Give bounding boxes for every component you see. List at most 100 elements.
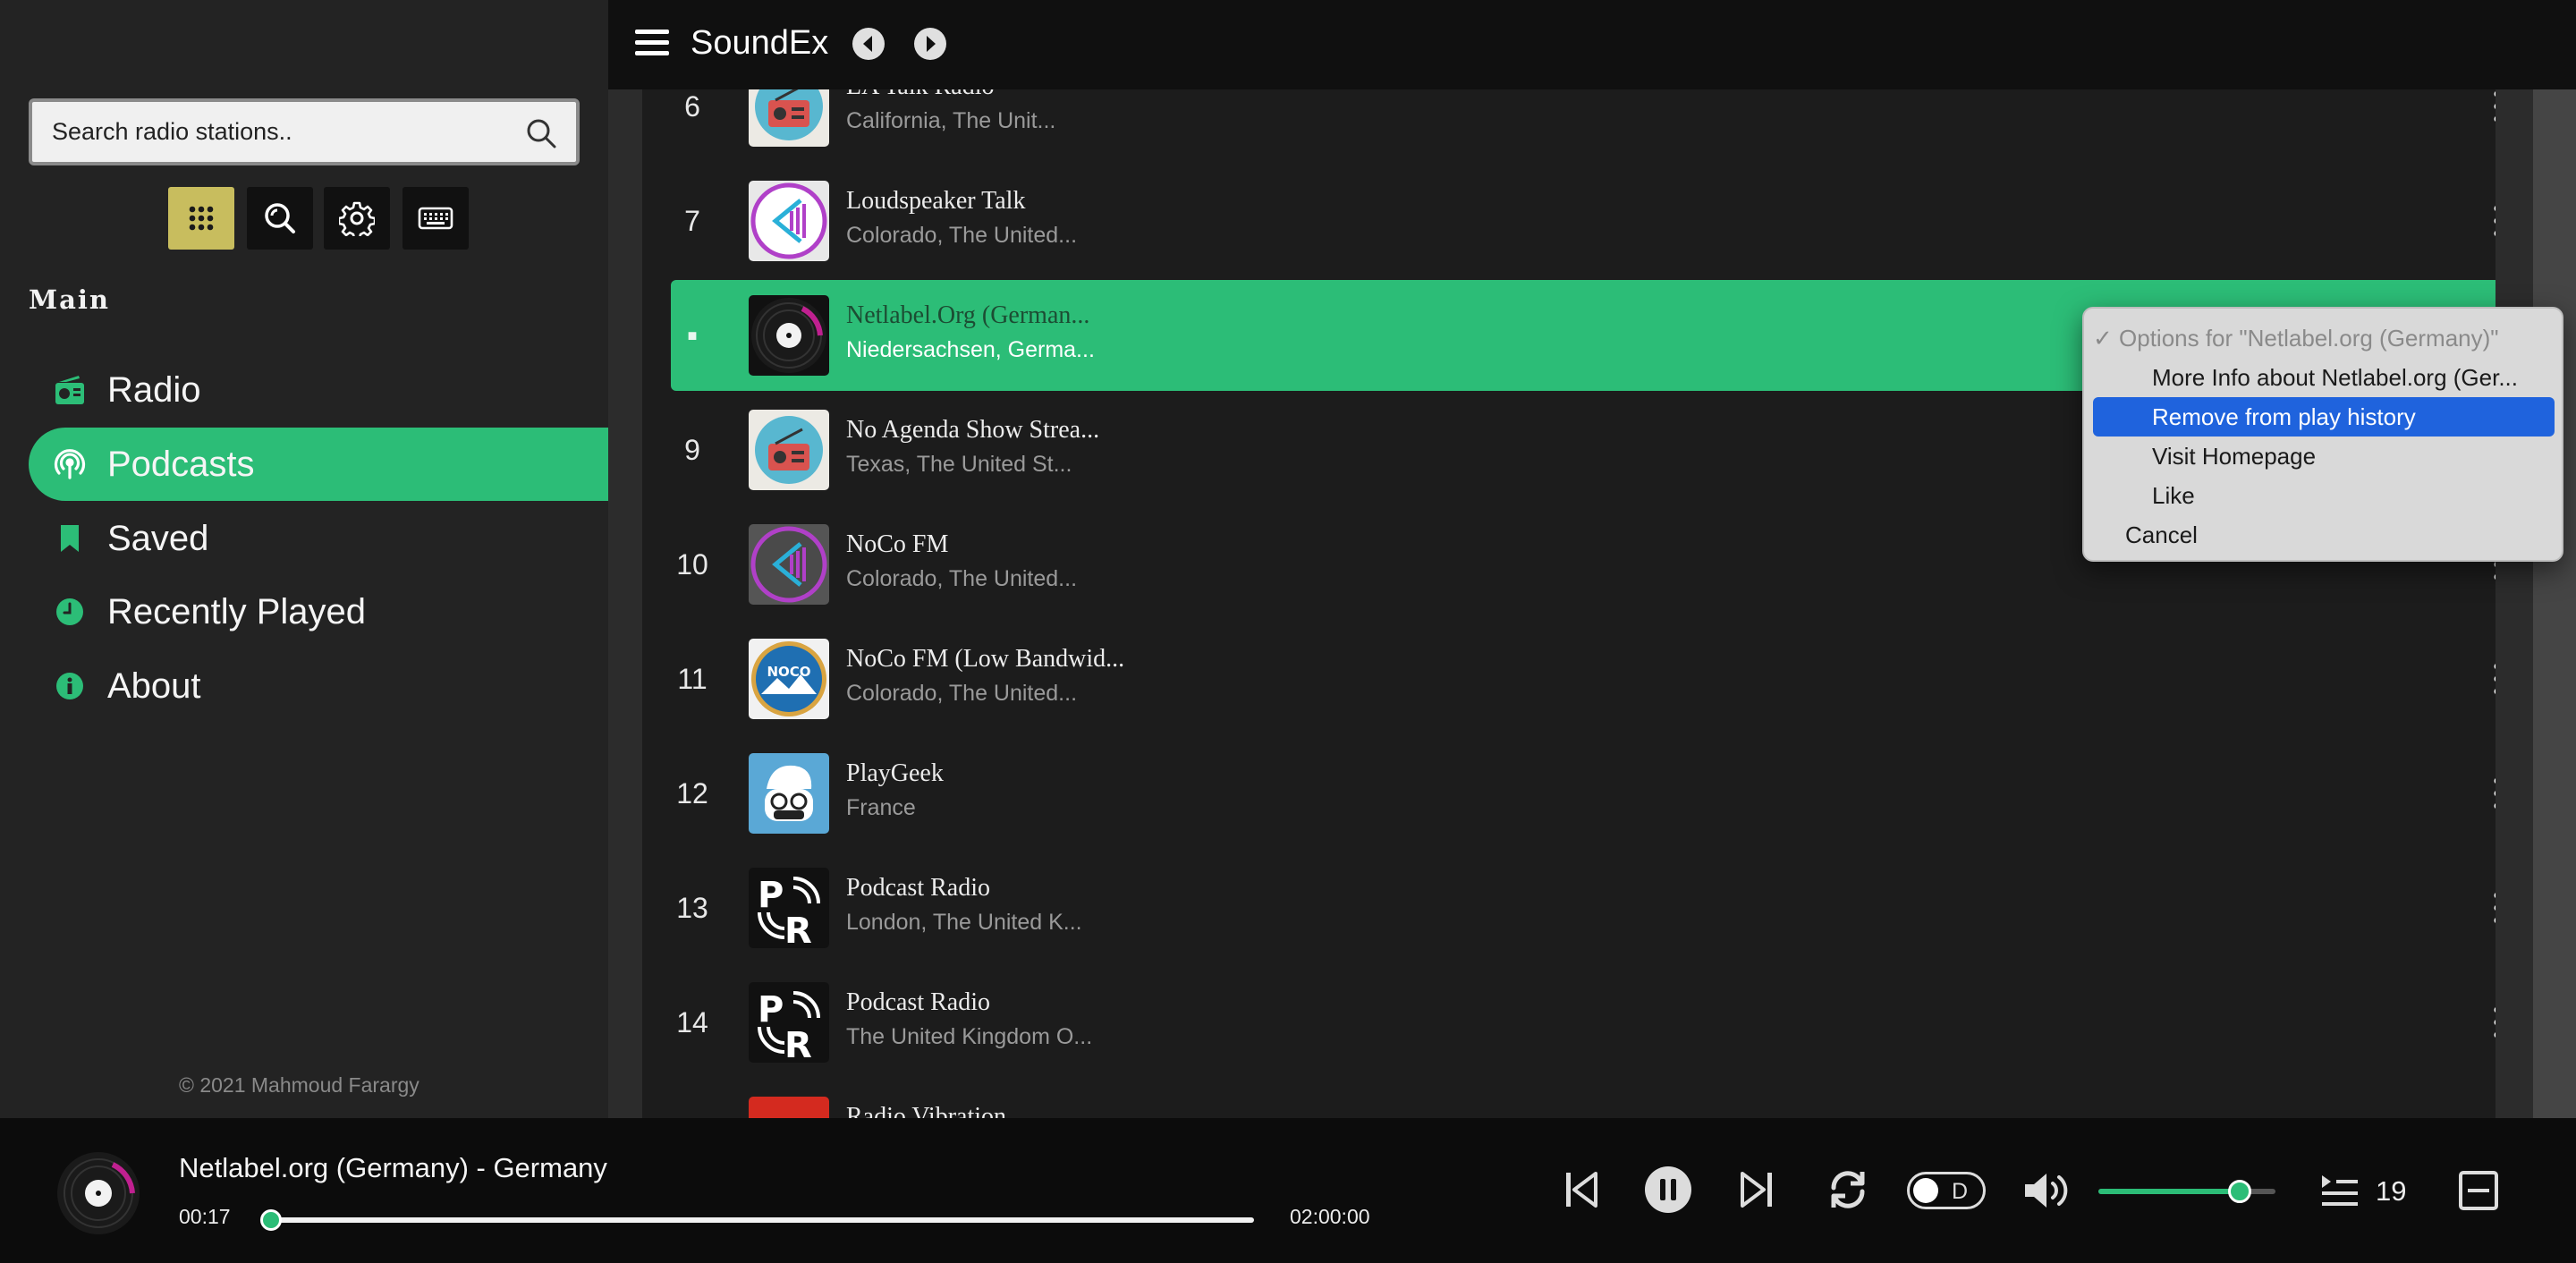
station-location: Colorado, The United... xyxy=(846,566,1078,591)
elapsed-time: 00:17 xyxy=(179,1205,231,1228)
station-number: 14 xyxy=(676,1006,708,1038)
station-row[interactable]: 7 Loudspeaker Talk Colorado, The United.… xyxy=(642,165,2496,276)
more-options-icon[interactable] xyxy=(2490,774,2496,813)
volume-handle[interactable] xyxy=(2228,1180,2252,1203)
more-options-icon[interactable] xyxy=(2490,888,2496,928)
podcast-icon xyxy=(54,448,86,480)
menu-item-visit-homepage[interactable]: Visit Homepage xyxy=(2093,437,2555,476)
station-title: PlayGeek xyxy=(846,759,944,787)
more-options-icon[interactable] xyxy=(2490,1003,2496,1042)
station-location: Colorado, The United... xyxy=(846,223,1078,248)
forward-arrow-icon[interactable] xyxy=(913,27,947,61)
settings-button[interactable] xyxy=(324,187,390,250)
sidebar-item-recently-played[interactable]: Recently Played xyxy=(29,575,608,648)
station-artwork xyxy=(749,410,829,490)
sidebar-item-radio[interactable]: Radio xyxy=(29,353,608,427)
now-playing-artwork xyxy=(55,1150,141,1236)
previous-track-icon[interactable] xyxy=(1563,1170,1599,1209)
context-menu: ✓ Options for "Netlabel.org (Germany)" M… xyxy=(2082,307,2563,562)
svg-text:R: R xyxy=(784,911,812,948)
list-scrollbar[interactable] xyxy=(2533,89,2576,1118)
search-input[interactable] xyxy=(52,102,517,162)
station-row[interactable]: 13 PR Podcast Radio London, The United K… xyxy=(642,852,2496,963)
station-number: 12 xyxy=(676,777,708,810)
now-playing-title: Netlabel.org (Germany) - Germany xyxy=(179,1152,607,1183)
station-number: 10 xyxy=(676,548,708,581)
menu-item-cancel[interactable]: Cancel xyxy=(2093,515,2555,555)
station-artwork xyxy=(749,1097,829,1118)
keyboard-icon xyxy=(418,207,453,230)
station-title: LA Talk Radio xyxy=(846,89,995,101)
station-location: Colorado, The United... xyxy=(846,681,1078,706)
volume-icon[interactable] xyxy=(2023,1172,2072,1209)
station-artwork: PR xyxy=(749,868,829,948)
hamburger-menu-icon[interactable] xyxy=(635,30,669,56)
menu-item-like[interactable]: Like xyxy=(2093,476,2555,515)
station-row[interactable]: 14 PR Podcast Radio The United Kingdom O… xyxy=(642,967,2496,1078)
station-location: Texas, The United St... xyxy=(846,452,1072,477)
station-artwork xyxy=(749,753,829,834)
volume-level xyxy=(2098,1189,2241,1194)
station-row[interactable]: 6 LA Talk Radio California, The Unit... xyxy=(642,89,2496,162)
grid-icon xyxy=(189,206,214,231)
app-title: SoundEx xyxy=(691,24,829,62)
dark-mode-toggle[interactable]: D xyxy=(1907,1172,1986,1209)
more-options-icon[interactable] xyxy=(2490,659,2496,699)
queue-count: 19 xyxy=(2376,1175,2407,1207)
station-title: Podcast Radio xyxy=(846,988,990,1016)
copyright: © 2021 Mahmoud Fararg​y xyxy=(179,1073,419,1097)
station-title: No Agenda Show Strea... xyxy=(846,416,1100,444)
station-number: 11 xyxy=(677,663,708,695)
menu-item-remove-from-history[interactable]: Remove from play history xyxy=(2093,397,2555,437)
search-icon[interactable] xyxy=(526,118,556,148)
more-options-icon[interactable] xyxy=(2490,201,2496,241)
sidebar-item-label: Saved xyxy=(107,518,209,558)
playing-indicator: ■ xyxy=(687,326,698,344)
station-row[interactable]: 12 PlayGeek France xyxy=(642,738,2496,849)
station-number: 13 xyxy=(676,892,708,924)
pause-icon[interactable] xyxy=(1644,1166,1692,1214)
next-track-icon[interactable] xyxy=(1739,1170,1775,1209)
station-list: 6 LA Talk Radio California, The Unit... … xyxy=(642,89,2496,1118)
station-title: NoCo FM (Low Bandwid... xyxy=(846,645,1125,673)
menu-item-more-info[interactable]: More Info about Netlabel.org (Ger... xyxy=(2093,358,2555,397)
keyboard-shortcuts-button[interactable] xyxy=(402,187,469,250)
grid-view-button[interactable] xyxy=(168,187,234,250)
station-location: London, The United K... xyxy=(846,910,1082,935)
radio-icon xyxy=(54,374,86,406)
svg-text:P: P xyxy=(758,989,784,1030)
sidebar: Main Radio Podcasts Saved Recently Playe… xyxy=(0,0,608,1118)
sidebar-item-label: Radio xyxy=(107,369,201,410)
minimize-player-icon[interactable] xyxy=(2458,1170,2499,1211)
sidebar-item-about[interactable]: About xyxy=(29,649,608,723)
station-location: California, The Unit... xyxy=(846,108,1056,133)
back-arrow-icon[interactable] xyxy=(852,27,886,61)
svg-text:P: P xyxy=(758,875,784,916)
queue-icon[interactable] xyxy=(2320,1174,2360,1208)
volume-slider[interactable] xyxy=(2098,1180,2275,1203)
zoom-search-icon xyxy=(265,203,295,233)
station-title: Loudspeaker Talk xyxy=(846,187,1026,215)
player-bar: Netlabel.org (Germany) - Germany 00:17 0… xyxy=(0,1118,2576,1263)
sidebar-section-heading: Main xyxy=(29,284,110,315)
station-location: Niedersachsen, Germa... xyxy=(846,337,1095,362)
bookmark-icon xyxy=(54,522,86,555)
svg-text:NOCO: NOCO xyxy=(767,664,810,680)
station-row[interactable]: Radio Vibration xyxy=(642,1081,2496,1118)
sidebar-item-podcasts[interactable]: Podcasts xyxy=(29,428,608,501)
station-number xyxy=(642,1081,742,1118)
gear-icon xyxy=(339,201,375,236)
progress-bar[interactable] xyxy=(259,1209,1254,1231)
sidebar-item-saved[interactable]: Saved xyxy=(29,502,608,575)
sidebar-item-label: Podcasts xyxy=(107,444,255,484)
info-icon xyxy=(54,670,86,702)
progress-handle[interactable] xyxy=(259,1209,282,1231)
station-row[interactable]: 11 NOCO NoCo FM (Low Bandwid... Colorado… xyxy=(642,623,2496,734)
station-location: France xyxy=(846,795,916,820)
station-title: Radio Vibration xyxy=(846,1103,1007,1118)
more-options-icon[interactable] xyxy=(2490,89,2496,126)
repeat-icon[interactable] xyxy=(1826,1168,1869,1211)
explore-button[interactable] xyxy=(247,187,313,250)
total-duration: 02:00:00 xyxy=(1290,1205,1370,1228)
station-number: 7 xyxy=(684,205,700,237)
